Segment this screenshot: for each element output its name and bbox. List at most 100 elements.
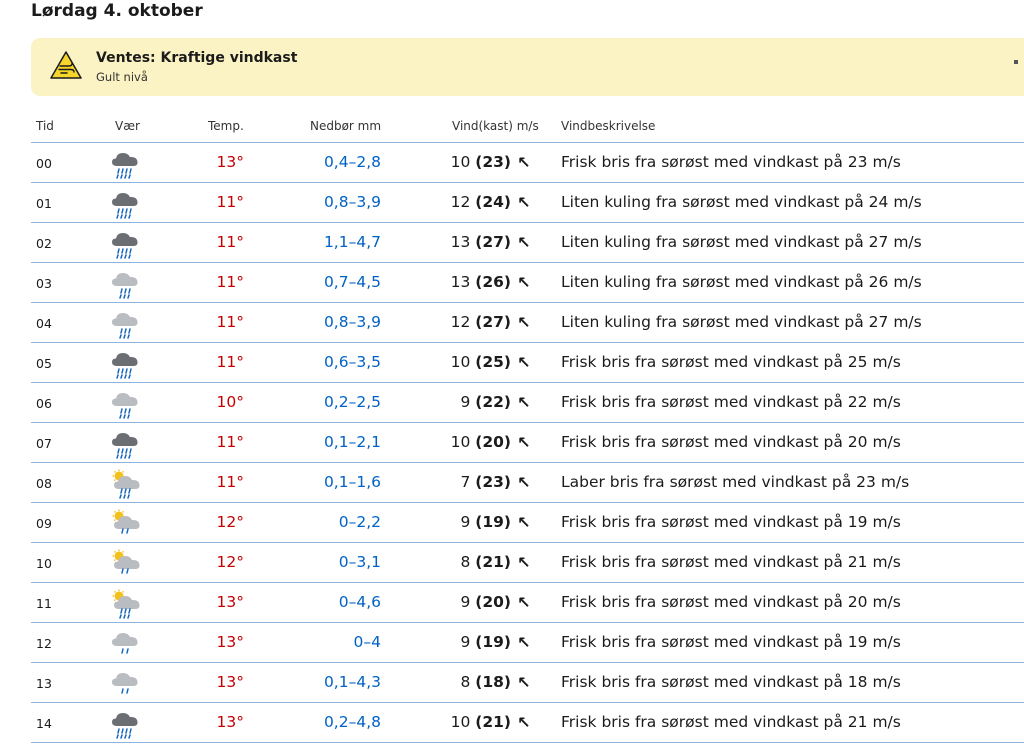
wind-direction-arrow-icon: ↖ (517, 313, 531, 332)
row-wind-gust: (21) (475, 553, 511, 571)
row-wind-gust: (27) (475, 233, 511, 251)
heavy-rain-icon (112, 353, 138, 379)
heavy-rain-icon (112, 193, 138, 219)
wind-warning-banner[interactable]: Ventes: Kraftige vindkast Gult nivå (31, 38, 1024, 96)
row-wind: 8 (18) (421, 673, 511, 691)
row-precipitation: 0,8–3,9 (323, 313, 381, 331)
warning-title: Ventes: Kraftige vindkast (96, 50, 298, 66)
table-row[interactable]: 12 13° 0–4 9 (19) ↖ Frisk bris fra sørøst med… (31, 623, 1024, 663)
table-row[interactable]: 02 11° 1,1–4,7 13 (27) ↖ Liten kuling fra sør… (31, 223, 1024, 263)
row-time: 08 (36, 476, 52, 491)
wind-direction-arrow-icon: ↖ (517, 513, 531, 532)
row-precipitation: 0–4 (353, 633, 381, 651)
row-temperature: 13° (216, 153, 244, 171)
row-wind-description: Liten kuling fra sørøst med vindkast på … (561, 193, 922, 211)
wind-direction-arrow-icon: ↖ (517, 353, 531, 372)
row-temperature: 11° (216, 313, 244, 331)
row-precipitation: 0,6–3,5 (323, 353, 381, 371)
table-row[interactable]: 07 11° 0,1–2,1 10 (20) ↖ Frisk bris fra sørøs… (31, 423, 1024, 463)
wind-direction-arrow-icon: ↖ (517, 233, 531, 252)
row-wind-speed: 8 (460, 553, 471, 571)
table-body: 00 13° 0,4–2,8 10 (23) ↖ Frisk bris fra sørøs… (31, 143, 1024, 743)
table-row[interactable]: 09 12° 0–2,2 9 (19) ↖ Frisk bris fra sørøst m… (31, 503, 1024, 543)
table-row[interactable]: 03 11° 0,7–4,5 13 (26) ↖ Liten kuling fra sør… (31, 263, 1024, 303)
row-wind-gust: (20) (475, 433, 511, 451)
row-wind: 9 (19) (421, 513, 511, 531)
row-temperature: 13° (216, 633, 244, 651)
row-wind-description: Frisk bris fra sørøst med vindkast på 20… (561, 433, 901, 451)
row-temperature: 10° (216, 393, 244, 411)
row-time: 14 (36, 716, 52, 731)
sun-light-rain-icon (112, 549, 140, 574)
row-wind-description: Frisk bris fra sørøst med vindkast på 20… (561, 593, 901, 611)
sun-light-rain-icon (112, 509, 140, 534)
rain-icon (112, 393, 138, 419)
row-wind: 10 (25) (421, 353, 511, 371)
table-row[interactable]: 08 11° 0,1–1,6 7 (23) ↖ Laber bris fra sørøst… (31, 463, 1024, 503)
light-rain-icon (112, 633, 138, 654)
warning-edge-marker (1014, 60, 1018, 64)
row-wind-description: Frisk bris fra sørøst med vindkast på 21… (561, 553, 901, 571)
table-row[interactable]: 10 12° 0–3,1 8 (21) ↖ Frisk bris fra sørøst m… (31, 543, 1024, 583)
row-precipitation: 0,4–2,8 (323, 153, 381, 171)
row-time: 01 (36, 196, 52, 211)
row-wind: 13 (27) (421, 233, 511, 251)
row-wind: 8 (21) (421, 553, 511, 571)
row-temperature: 11° (216, 193, 244, 211)
table-row[interactable]: 11 13° 0–4,6 9 (20) ↖ Frisk bris fra sørøst m… (31, 583, 1024, 623)
row-wind-description: Frisk bris fra sørøst med vindkast på 19… (561, 633, 901, 651)
row-wind: 10 (21) (421, 713, 511, 731)
sun-rain-icon (112, 589, 140, 619)
table-row[interactable]: 13 13° 0,1–4,3 8 (18) ↖ Frisk bris fra sørøst… (31, 663, 1024, 703)
row-time: 11 (36, 596, 52, 611)
table-row[interactable]: 14 13° 0,2–4,8 10 (21) ↖ Frisk bris fra sørøs… (31, 703, 1024, 743)
row-wind-gust: (24) (475, 193, 511, 211)
row-precipitation: 0,1–2,1 (323, 433, 381, 451)
row-wind-description: Liten kuling fra sørøst med vindkast på … (561, 233, 922, 251)
table-row[interactable]: 00 13° 0,4–2,8 10 (23) ↖ Frisk bris fra sørøs… (31, 143, 1024, 183)
row-time: 04 (36, 316, 52, 331)
row-wind-gust: (23) (475, 473, 511, 491)
header-temp: Temp. (208, 119, 244, 133)
row-wind: 10 (23) (421, 153, 511, 171)
row-temperature: 13° (216, 673, 244, 691)
row-wind-speed: 13 (450, 233, 471, 251)
heavy-rain-icon (112, 233, 138, 259)
table-row[interactable]: 01 11° 0,8–3,9 12 (24) ↖ Liten kuling fra sør… (31, 183, 1024, 223)
row-wind: 12 (24) (421, 193, 511, 211)
light-rain-icon (112, 673, 138, 694)
row-wind: 10 (20) (421, 433, 511, 451)
row-wind-speed: 10 (450, 153, 471, 171)
wind-direction-arrow-icon: ↖ (517, 473, 531, 492)
rain-icon (112, 273, 138, 299)
table-row[interactable]: 04 11° 0,8–3,9 12 (27) ↖ Liten kuling fra sør… (31, 303, 1024, 343)
row-wind-description: Frisk bris fra sørøst med vindkast på 21… (561, 713, 901, 731)
row-precipitation: 0,1–4,3 (323, 673, 381, 691)
row-wind-gust: (20) (475, 593, 511, 611)
row-precipitation: 0,2–4,8 (323, 713, 381, 731)
header-wind: Vind(kast) m/s (452, 119, 539, 133)
row-temperature: 11° (216, 433, 244, 451)
table-row[interactable]: 05 11° 0,6–3,5 10 (25) ↖ Frisk bris fra sørøs… (31, 343, 1024, 383)
row-wind-speed: 10 (450, 353, 471, 371)
row-wind-speed: 9 (460, 633, 471, 651)
row-wind: 13 (26) (421, 273, 511, 291)
row-wind-speed: 7 (460, 473, 471, 491)
row-wind-gust: (21) (475, 713, 511, 731)
row-wind-description: Frisk bris fra sørøst med vindkast på 23… (561, 153, 901, 171)
row-wind-speed: 9 (460, 393, 471, 411)
day-title: Lørdag 4. oktober (31, 1, 203, 21)
hourly-forecast-table: Tid Vær Temp. Nedbør mm Vind(kast) m/s V… (31, 110, 1024, 743)
row-wind-speed: 10 (450, 713, 471, 731)
row-wind-gust: (23) (475, 153, 511, 171)
row-time: 07 (36, 436, 52, 451)
row-wind-gust: (27) (475, 313, 511, 331)
row-wind-gust: (25) (475, 353, 511, 371)
row-wind-speed: 12 (450, 193, 471, 211)
row-precipitation: 0–4,6 (338, 593, 381, 611)
table-row[interactable]: 06 10° 0,2–2,5 9 (22) ↖ Frisk bris fra sørøst… (31, 383, 1024, 423)
header-precip: Nedbør mm (310, 119, 382, 133)
row-wind-description: Frisk bris fra sørøst med vindkast på 19… (561, 513, 901, 531)
row-wind: 9 (20) (421, 593, 511, 611)
row-time: 13 (36, 676, 52, 691)
